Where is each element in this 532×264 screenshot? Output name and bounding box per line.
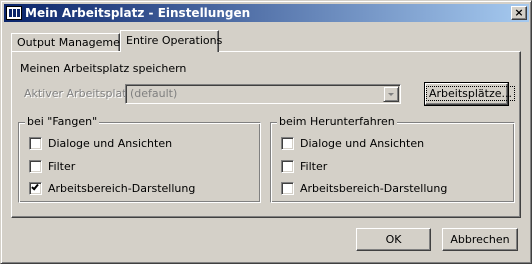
- workspaces-button-label: Arbeitsplätze...: [426, 86, 516, 101]
- option-catch-filter[interactable]: Filter: [29, 159, 75, 173]
- chevron-down-icon[interactable]: [383, 86, 399, 102]
- option-shutdown-workspace-display[interactable]: Arbeitsbereich-Darstellung: [281, 181, 447, 195]
- tab-panel: Meinen Arbeitsplatz speichern Aktiver Ar…: [11, 51, 521, 218]
- checkbox[interactable]: [281, 136, 294, 150]
- option-catch-dialogs[interactable]: Dialoge und Ansichten: [29, 136, 172, 150]
- tab-entire-operations[interactable]: Entire Operations: [120, 30, 222, 52]
- option-catch-workspace-display[interactable]: Arbeitsbereich-Darstellung: [29, 181, 195, 195]
- option-label: Dialoge und Ansichten: [300, 136, 425, 150]
- group-on-shutdown-title: beim Herunterfahren: [277, 115, 397, 128]
- workspaces-button[interactable]: Arbeitsplätze...: [424, 82, 516, 106]
- option-label: Arbeitsbereich-Darstellung: [300, 181, 448, 195]
- checkbox[interactable]: [281, 181, 294, 195]
- option-label: Filter: [300, 159, 328, 173]
- active-workspace-combo[interactable]: (default): [125, 84, 401, 104]
- checkbox[interactable]: [29, 136, 42, 150]
- group-on-catch-title: bei "Fangen": [25, 115, 100, 128]
- group-on-catch: bei "Fangen" Dialoge und Ansichten Filte…: [18, 115, 261, 203]
- check-mark-icon: [31, 182, 39, 190]
- section-heading: Meinen Arbeitsplatz speichern: [20, 62, 187, 75]
- checkbox[interactable]: [29, 181, 42, 195]
- checkbox[interactable]: [281, 159, 294, 173]
- close-icon[interactable]: ×: [511, 6, 527, 20]
- tab-output-management[interactable]: Output Management: [11, 33, 131, 52]
- active-workspace-value: (default): [130, 87, 178, 100]
- cancel-button[interactable]: Abbrechen: [442, 228, 518, 251]
- window-title: Mein Arbeitsplatz - Einstellungen: [25, 6, 251, 20]
- group-on-shutdown: beim Herunterfahren Dialoge und Ansichte…: [270, 115, 515, 203]
- title-bar[interactable]: Mein Arbeitsplatz - Einstellungen ×: [4, 4, 529, 22]
- option-label: Arbeitsbereich-Darstellung: [48, 181, 196, 195]
- settings-dialog: Mein Arbeitsplatz - Einstellungen × Outp…: [0, 0, 532, 264]
- option-label: Filter: [48, 159, 76, 173]
- option-label: Dialoge und Ansichten: [48, 136, 173, 150]
- checkbox[interactable]: [29, 159, 42, 173]
- app-icon: [6, 6, 22, 20]
- option-shutdown-filter[interactable]: Filter: [281, 159, 327, 173]
- option-shutdown-dialogs[interactable]: Dialoge und Ansichten: [281, 136, 424, 150]
- active-workspace-label: Aktiver Arbeitsplatz:: [24, 87, 137, 100]
- ok-button[interactable]: OK: [356, 228, 431, 251]
